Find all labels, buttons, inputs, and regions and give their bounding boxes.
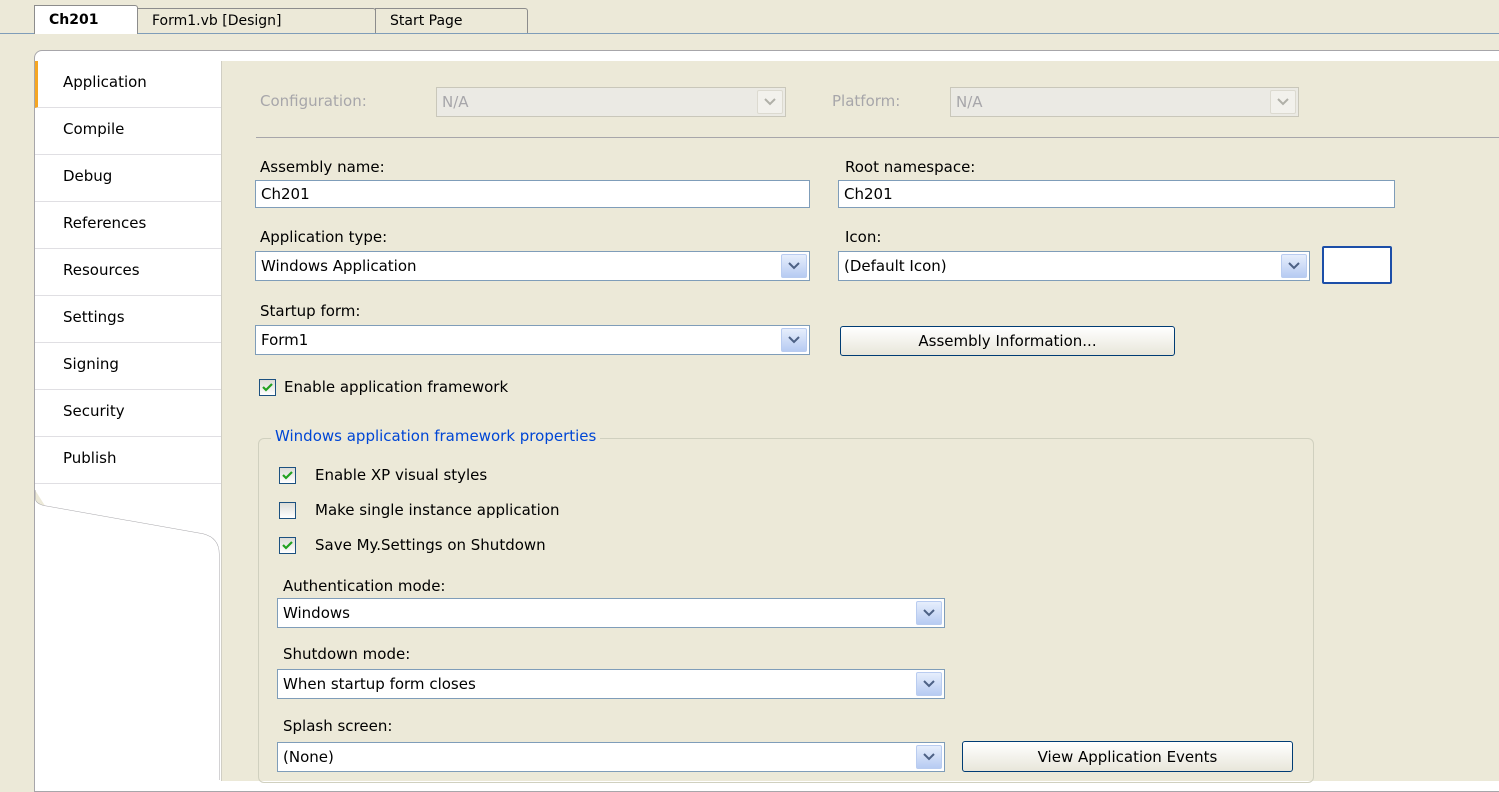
shutdown-mode-value: When startup form closes [283,675,476,693]
single-instance-checkbox[interactable] [279,502,296,519]
startup-form-value: Form1 [261,331,309,349]
nav-item-publish[interactable]: Publish [35,437,221,484]
chevron-down-icon [1270,90,1296,114]
configuration-combo: N/A [436,87,786,117]
check-icon [282,541,293,550]
check-icon [262,383,273,392]
configuration-label: Configuration: [260,92,367,110]
nav-item-resources[interactable]: Resources [35,249,221,296]
configuration-value: N/A [442,93,469,111]
platform-combo: N/A [950,87,1299,117]
icon-label: Icon: [845,228,882,246]
nav-item-security[interactable]: Security [35,390,221,437]
splash-screen-label: Splash screen: [283,717,393,735]
application-type-combo[interactable]: Windows Application [255,251,810,281]
save-settings-checkbox[interactable] [279,537,296,554]
nav-item-application[interactable]: Application [35,61,221,108]
platform-label: Platform: [832,92,901,110]
startup-form-combo[interactable]: Form1 [255,325,810,355]
chevron-down-icon [757,90,783,114]
assembly-name-label: Assembly name: [260,158,385,176]
chevron-down-icon[interactable] [781,328,807,352]
chevron-down-icon[interactable] [916,672,942,696]
check-icon [282,471,293,480]
framework-group-title: Windows application framework properties [271,427,601,445]
chevron-down-icon[interactable] [916,601,942,625]
nav-item-settings[interactable]: Settings [35,296,221,343]
chevron-down-icon[interactable] [781,254,807,278]
enable-framework-label: Enable application framework [284,378,509,396]
tab-form1-design[interactable]: Form1.vb [Design] [137,8,376,33]
authentication-mode-value: Windows [283,604,350,622]
root-namespace-label: Root namespace: [845,158,976,176]
tab-start-page[interactable]: Start Page [375,8,528,33]
assembly-information-button[interactable]: Assembly Information... [840,326,1175,356]
nav-tab-curve [35,490,220,780]
nav-item-debug[interactable]: Debug [35,155,221,202]
startup-form-label: Startup form: [260,302,361,320]
application-type-label: Application type: [260,228,388,246]
icon-combo[interactable]: (Default Icon) [838,251,1310,281]
shutdown-mode-label: Shutdown mode: [283,645,411,663]
tab-ch201[interactable]: Ch201 [34,5,138,34]
nav-item-signing[interactable]: Signing [35,343,221,390]
enable-framework-checkbox[interactable] [259,379,276,396]
shutdown-mode-combo[interactable]: When startup form closes [277,669,945,699]
document-tab-strip: Ch201 Form1.vb [Design] Start Page [0,0,1499,34]
save-settings-label: Save My.Settings on Shutdown [315,536,546,554]
splash-screen-value: (None) [283,748,334,766]
application-type-value: Windows Application [261,257,417,275]
root-namespace-input[interactable]: Ch201 [838,180,1395,208]
splash-screen-combo[interactable]: (None) [277,742,945,772]
chevron-down-icon[interactable] [1281,254,1307,278]
icon-value: (Default Icon) [844,257,947,275]
single-instance-label: Make single instance application [315,501,560,519]
platform-value: N/A [956,93,983,111]
assembly-name-input[interactable]: Ch201 [255,180,810,208]
nav-item-references[interactable]: References [35,202,221,249]
xp-styles-label: Enable XP visual styles [315,466,488,484]
xp-styles-checkbox[interactable] [279,467,296,484]
view-application-events-button[interactable]: View Application Events [962,741,1293,772]
icon-preview-window-icon [1322,246,1392,284]
authentication-mode-label: Authentication mode: [283,577,446,595]
authentication-mode-combo[interactable]: Windows [277,598,945,628]
config-separator [256,137,1499,138]
chevron-down-icon[interactable] [916,745,942,769]
nav-item-compile[interactable]: Compile [35,108,221,155]
